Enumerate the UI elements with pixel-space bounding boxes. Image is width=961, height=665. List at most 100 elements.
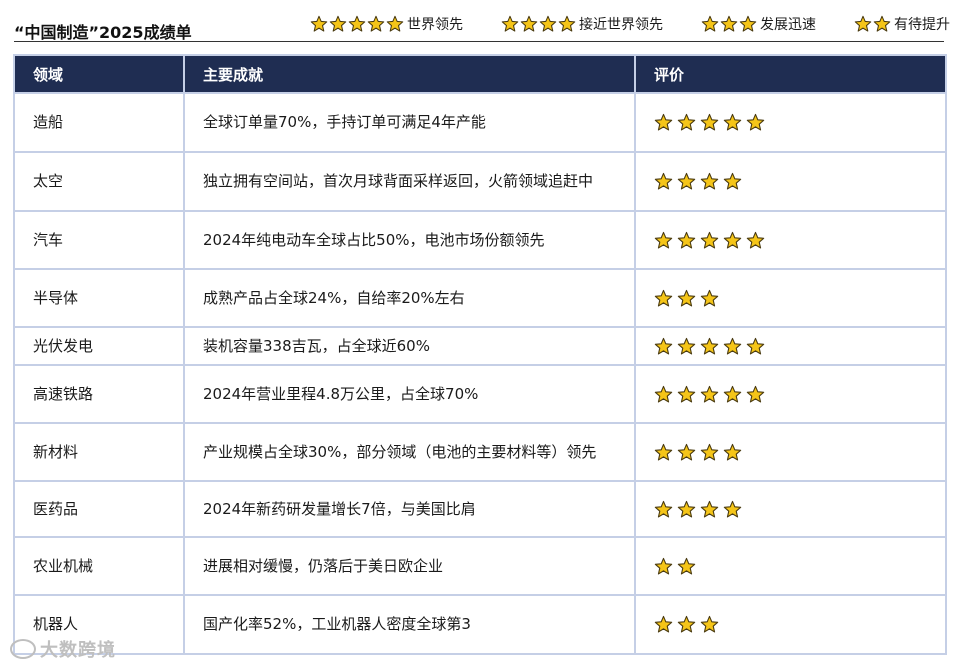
- legend-label: 世界领先: [407, 17, 463, 33]
- rating-legend: 世界领先 接近世界领先 发展迅速 有待提升: [310, 14, 950, 34]
- star-icon: [367, 15, 385, 32]
- star-icon: [723, 113, 742, 131]
- rating-cell: [634, 422, 947, 482]
- star-icon: [558, 15, 576, 32]
- field-cell: 光伏发电: [13, 326, 185, 366]
- achievement-cell: 装机容量338吉瓦，占全球近60%: [183, 326, 636, 366]
- star-icon: [654, 172, 673, 190]
- star-icon: [701, 15, 719, 32]
- star-rating: [654, 337, 945, 356]
- table-row: 汽车 2024年纯电动车全球占比50%，电池市场份额领先: [13, 210, 947, 270]
- table-header-row: 领域 主要成就 评价: [13, 54, 947, 94]
- table-row: 太空 独立拥有空间站，首次月球背面采样返回，火箭领域追赶中: [13, 151, 947, 212]
- rating-cell: [634, 364, 947, 424]
- field-cell: 汽车: [13, 210, 185, 270]
- star-icon: [677, 289, 696, 306]
- star-rating: [654, 172, 945, 191]
- star-icon: [700, 113, 719, 131]
- rating-cell: [634, 151, 947, 212]
- star-icon: [700, 385, 719, 402]
- rating-cell: [634, 536, 947, 596]
- legend-stars: [854, 15, 892, 33]
- legend-stars: [701, 15, 758, 33]
- star-rating: [654, 231, 945, 250]
- star-icon: [854, 15, 872, 32]
- star-icon: [700, 500, 719, 517]
- table-row: 光伏发电 装机容量338吉瓦，占全球近60%: [13, 326, 947, 366]
- field-cell: 医药品: [13, 480, 185, 538]
- field-cell: 新材料: [13, 422, 185, 482]
- star-rating: [654, 615, 945, 634]
- star-icon: [677, 500, 696, 517]
- star-rating: [654, 113, 945, 132]
- field-cell: 农业机械: [13, 536, 185, 596]
- column-header-achievement: 主要成就: [183, 54, 636, 94]
- achievement-cell: 2024年营业里程4.8万公里，占全球70%: [183, 364, 636, 424]
- achievement-cell: 国产化率52%，工业机器人密度全球第3: [183, 594, 636, 655]
- star-icon: [746, 337, 765, 354]
- watermark-text: 大数跨境: [40, 640, 116, 661]
- rating-cell: [634, 92, 947, 153]
- watermark: 大数跨境: [10, 636, 116, 662]
- watermark-logo-icon: [10, 639, 36, 659]
- star-icon: [700, 231, 719, 248]
- star-icon: [386, 15, 404, 32]
- star-icon: [654, 113, 673, 131]
- achievement-cell: 进展相对缓慢，仍落后于美日欧企业: [183, 536, 636, 596]
- legend-label: 有待提升: [894, 17, 950, 33]
- achievement-cell: 2024年纯电动车全球占比50%，电池市场份额领先: [183, 210, 636, 270]
- achievement-cell: 2024年新药研发量增长7倍，与美国比肩: [183, 480, 636, 538]
- star-icon: [677, 443, 696, 460]
- field-cell: 太空: [13, 151, 185, 212]
- column-header-rating: 评价: [634, 54, 947, 94]
- star-icon: [654, 443, 673, 460]
- star-icon: [654, 231, 673, 248]
- scorecard-table: 领域 主要成就 评价 造船 全球订单量70%，手持订单可满足4年产能 太空 独立…: [13, 54, 947, 655]
- star-icon: [700, 172, 719, 190]
- star-icon: [723, 443, 742, 460]
- star-icon: [677, 615, 696, 633]
- star-icon: [677, 113, 696, 131]
- legend-stars: [501, 15, 577, 33]
- star-icon: [520, 15, 538, 32]
- star-rating: [654, 289, 945, 308]
- star-icon: [501, 15, 519, 32]
- star-icon: [348, 15, 366, 32]
- star-icon: [700, 615, 719, 633]
- star-icon: [739, 15, 757, 32]
- star-icon: [720, 15, 738, 32]
- star-icon: [746, 231, 765, 248]
- table-row: 半导体 成熟产品占全球24%，自给率20%左右: [13, 268, 947, 328]
- achievement-cell: 成熟产品占全球24%，自给率20%左右: [183, 268, 636, 328]
- table-row: 高速铁路 2024年营业里程4.8万公里，占全球70%: [13, 364, 947, 424]
- star-rating: [654, 385, 945, 404]
- star-icon: [723, 337, 742, 354]
- star-icon: [654, 500, 673, 517]
- rating-cell: [634, 268, 947, 328]
- star-icon: [654, 289, 673, 306]
- legend-item-3: 发展迅速: [701, 14, 816, 34]
- star-icon: [700, 337, 719, 354]
- legend-item-4: 接近世界领先: [501, 14, 663, 34]
- star-rating: [654, 500, 945, 519]
- star-icon: [700, 443, 719, 460]
- table-row: 农业机械 进展相对缓慢，仍落后于美日欧企业: [13, 536, 947, 596]
- legend-label: 接近世界领先: [579, 17, 663, 33]
- star-icon: [654, 385, 673, 402]
- legend-item-2: 有待提升: [854, 14, 950, 34]
- table-row: 新材料 产业规模占全球30%，部分领域（电池的主要材料等）领先: [13, 422, 947, 482]
- star-icon: [539, 15, 557, 32]
- star-icon: [310, 15, 328, 32]
- star-icon: [654, 337, 673, 354]
- star-icon: [700, 289, 719, 306]
- achievement-cell: 全球订单量70%，手持订单可满足4年产能: [183, 92, 636, 153]
- star-icon: [746, 113, 765, 131]
- achievement-cell: 独立拥有空间站，首次月球背面采样返回，火箭领域追赶中: [183, 151, 636, 212]
- field-cell: 半导体: [13, 268, 185, 328]
- rating-cell: [634, 480, 947, 538]
- column-header-field: 领域: [13, 54, 185, 94]
- star-icon: [723, 500, 742, 517]
- legend-item-5: 世界领先: [310, 14, 463, 34]
- star-rating: [654, 443, 945, 462]
- field-cell: 高速铁路: [13, 364, 185, 424]
